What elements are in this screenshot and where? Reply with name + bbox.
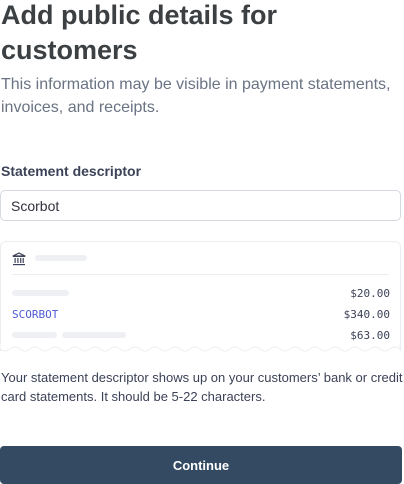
bank-icon bbox=[12, 252, 26, 266]
statement-row-3-placeholder-a bbox=[12, 332, 57, 338]
statement-row-3-amount: $63.00 bbox=[350, 329, 390, 342]
statement-row-1-placeholder bbox=[12, 290, 69, 296]
statement-preview: $20.00 SCORBOT $340.00 $63.00 bbox=[0, 241, 401, 351]
statement-row-3-placeholder-b bbox=[62, 332, 126, 338]
statement-row-2-descriptor: SCORBOT bbox=[12, 308, 59, 321]
receipt-torn-edge bbox=[0, 343, 401, 352]
page-title: Add public details for customers bbox=[1, 0, 278, 65]
bank-name-placeholder bbox=[35, 255, 87, 261]
statement-descriptor-label: Statement descriptor bbox=[1, 163, 142, 179]
statement-row-1-amount: $20.00 bbox=[350, 287, 390, 300]
page-subtitle: This information may be visible in payme… bbox=[1, 76, 391, 116]
statement-descriptor-input[interactable] bbox=[0, 190, 401, 221]
statement-row-2-amount: $340.00 bbox=[343, 308, 390, 321]
continue-button[interactable]: Continue bbox=[0, 446, 402, 484]
descriptor-helper-text: Your statement descriptor shows up on yo… bbox=[1, 370, 403, 404]
statement-divider bbox=[12, 274, 389, 275]
